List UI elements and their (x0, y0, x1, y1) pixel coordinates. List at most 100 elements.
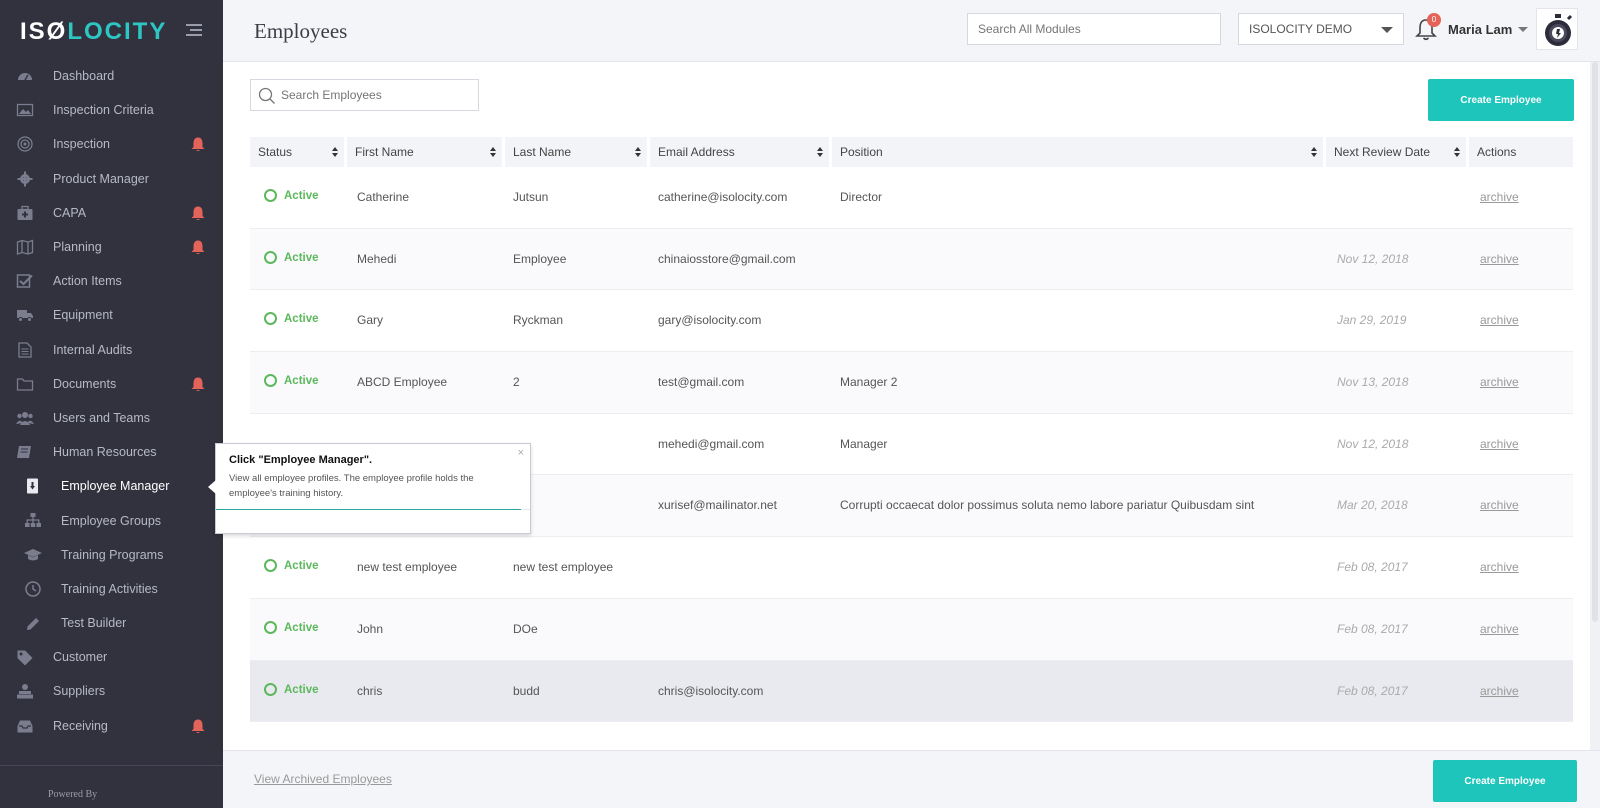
sidebar-item-label: Training Programs (61, 547, 164, 562)
table-row[interactable]: Active chris budd chris@isolocity.com Feb 08… (250, 660, 1573, 723)
status-text: Active (284, 190, 319, 202)
target-icon (17, 136, 33, 153)
archive-link[interactable]: archive (1480, 560, 1519, 574)
notification-bell-button[interactable]: 0 (1415, 13, 1441, 41)
scrollbar[interactable] (1590, 62, 1600, 752)
archive-link[interactable]: archive (1480, 622, 1519, 636)
archive-link[interactable]: archive (1480, 498, 1519, 512)
table-row[interactable]: Active Catherine Jutsun catherine@isolocity… (250, 167, 1573, 229)
position-cell: Director (840, 190, 883, 204)
table-row[interactable]: Active new test employee new test employee… (250, 537, 1573, 599)
sidebar-item-dashboard[interactable]: Dashboard (0, 59, 223, 93)
book-icon (17, 446, 31, 459)
archive-link[interactable]: archive (1480, 313, 1519, 327)
sidebar-item-training-programs[interactable]: Training Programs (0, 538, 223, 572)
status-circle-icon (264, 189, 277, 202)
powered-by-label: Powered By (48, 789, 98, 800)
archive-link[interactable]: archive (1480, 190, 1519, 204)
avatar[interactable] (1536, 8, 1578, 50)
table-row[interactable]: Active Mehedi Employee chinaiosstore@gmail.… (250, 228, 1573, 291)
stopwatch-icon (1545, 14, 1573, 46)
table-row[interactable]: Active Gary Ryckman gary@isolocity.com Jan 2… (250, 290, 1573, 353)
column-position[interactable]: Position (832, 137, 1323, 167)
user-menu-chevron-icon[interactable] (1518, 27, 1528, 32)
global-search-input[interactable] (967, 13, 1221, 45)
graduation-cap-icon (24, 548, 42, 561)
sidebar-item-label: Inspection Criteria (53, 103, 154, 118)
sidebar-item-label: Internal Audits (53, 342, 133, 357)
sidebar-item-employee-groups[interactable]: Employee Groups (0, 503, 223, 537)
last-name-cell: 2 (513, 375, 520, 390)
column-last-name[interactable]: Last Name (505, 137, 647, 167)
table-row[interactable]: Active ABCD Employee 2 test@gmail.com Manage… (250, 352, 1573, 414)
table-row[interactable]: Active John DOe Feb 08, 2017 archive (250, 598, 1573, 661)
archive-link[interactable]: archive (1480, 684, 1519, 698)
sidebar-item-internal-audits[interactable]: Internal Audits (0, 333, 223, 367)
sidebar-item-label: Employee Manager (61, 479, 170, 494)
pencil-icon (27, 618, 39, 630)
sidebar-item-capa[interactable]: CAPA (0, 196, 223, 230)
sidebar-item-documents[interactable]: Documents (0, 367, 223, 401)
sidebar-item-employee-manager[interactable]: Employee Manager (0, 469, 223, 503)
sidebar-item-equipment[interactable]: Equipment (0, 298, 223, 332)
sidebar-item-users-and-teams[interactable]: Users and Teams (0, 401, 223, 435)
sidebar-item-label: Receiving (53, 718, 108, 733)
menu-toggle-icon[interactable] (186, 24, 202, 36)
status-circle-icon (264, 682, 277, 696)
inbox-icon (17, 720, 33, 733)
scrollbar-thumb[interactable] (1592, 62, 1598, 622)
sidebar-item-human-resources[interactable]: Human Resources (0, 435, 223, 469)
next-review-date-cell: Feb 08, 2017 (1337, 560, 1408, 575)
status-circle-icon (264, 374, 277, 388)
alert-bell-icon (191, 137, 205, 152)
sidebar-item-training-activities[interactable]: Training Activities (0, 572, 223, 606)
company-select-value: ISOLOCITY DEMO (1249, 22, 1353, 36)
sidebar-item-suppliers[interactable]: Suppliers (0, 674, 223, 708)
archive-link[interactable]: archive (1480, 375, 1519, 389)
sidebar-item-label: Suppliers (53, 684, 106, 699)
sidebar-item-customer[interactable]: Customer (0, 640, 223, 674)
company-select[interactable]: ISOLOCITY DEMO (1238, 13, 1404, 45)
tooltip-body: View all employee profiles. The employee… (229, 473, 474, 499)
sidebar-item-action-items[interactable]: Action Items (0, 264, 223, 298)
column-first-name[interactable]: First Name (347, 137, 502, 167)
email-cell: gary@isolocity.com (658, 313, 762, 328)
users-icon (16, 411, 34, 425)
email-cell: mehedi@gmail.com (658, 436, 765, 451)
column-next-review-date[interactable]: Next Review Date (1326, 137, 1466, 167)
sidebar-item-label: Inspection (53, 137, 110, 152)
map-icon (16, 239, 34, 255)
status-circle-icon (264, 312, 277, 326)
sidebar-item-inspection-criteria[interactable]: Inspection Criteria (0, 93, 223, 127)
sort-icon (332, 147, 338, 157)
sidebar-item-test-builder[interactable]: Test Builder (0, 606, 223, 640)
supplier-icon (17, 684, 33, 699)
view-archived-employees-link[interactable]: View Archived Employees (254, 772, 392, 786)
sidebar-item-receiving[interactable]: Receiving (0, 709, 223, 743)
column-email[interactable]: Email Address (650, 137, 829, 167)
archive-link[interactable]: archive (1480, 252, 1519, 266)
isolocity-logo[interactable]: ISØLOCITY (20, 18, 167, 46)
sidebar-item-product-manager[interactable]: Product Manager (0, 162, 223, 196)
alert-bell-icon (191, 206, 205, 220)
next-review-date-cell: Nov 12, 2018 (1337, 436, 1409, 451)
employee-search-input[interactable] (250, 79, 479, 111)
sidebar-item-planning[interactable]: Planning (0, 230, 223, 264)
employees-panel: Create Employee Status First Name Last N… (223, 62, 1600, 752)
last-name-cell: budd (513, 683, 540, 698)
next-review-date-cell: Feb 08, 2017 (1337, 683, 1408, 698)
column-status[interactable]: Status (250, 137, 344, 167)
user-menu[interactable]: Maria Lam (1448, 22, 1512, 37)
table-header: Status First Name Last Name Email Addres… (250, 137, 1573, 167)
image-icon (16, 104, 34, 117)
close-icon[interactable]: × (518, 447, 524, 459)
next-review-date-cell: Feb 08, 2017 (1337, 621, 1408, 636)
tooltip-progress-bar (216, 509, 521, 510)
sidebar-item-inspection[interactable]: Inspection (0, 127, 223, 161)
first-name-cell: chris (357, 683, 383, 698)
archive-link[interactable]: archive (1480, 437, 1519, 451)
sidebar-item-label: Test Builder (61, 616, 127, 631)
create-employee-button[interactable]: Create Employee (1428, 79, 1574, 121)
position-cell: Manager 2 (840, 375, 898, 390)
create-employee-footer-button[interactable]: Create Employee (1433, 760, 1577, 802)
